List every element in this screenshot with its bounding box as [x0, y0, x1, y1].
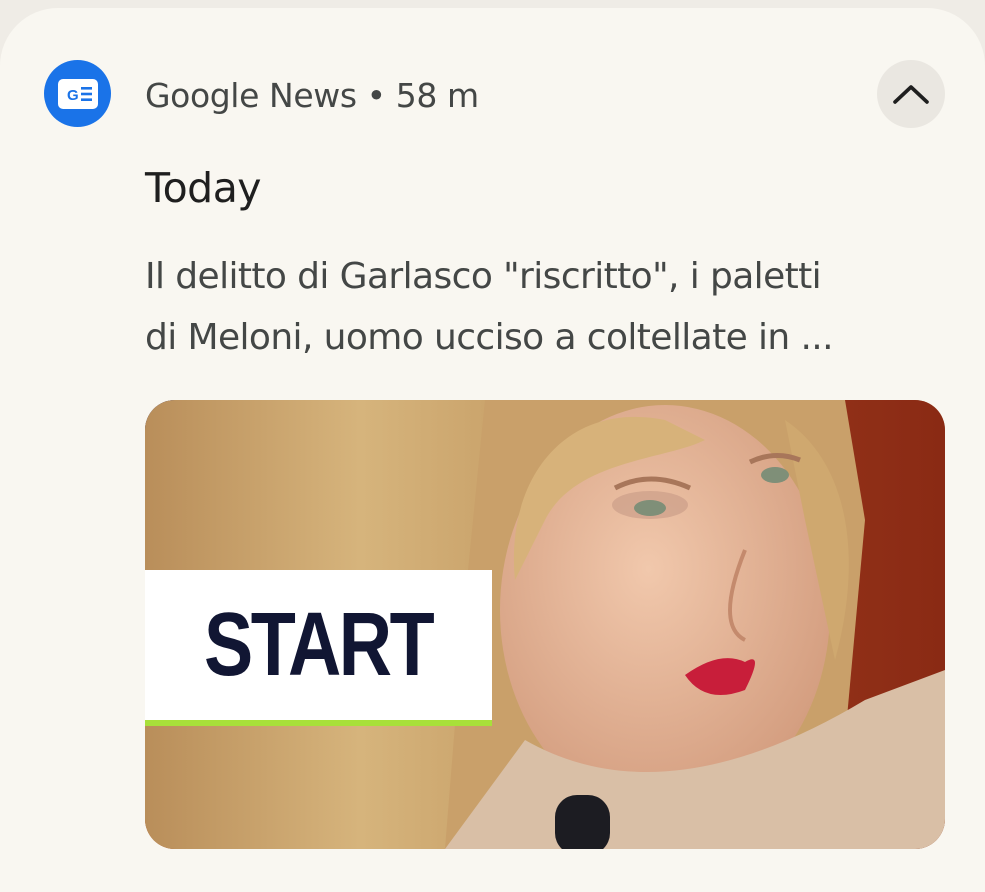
notification-title: Today	[145, 164, 262, 212]
separator-dot: •	[366, 76, 386, 115]
news-image[interactable]: START	[145, 400, 945, 849]
chevron-up-icon	[893, 85, 929, 104]
svg-text:G: G	[67, 87, 79, 104]
body-line: di Meloni, uomo ucciso a coltellate in .…	[145, 317, 834, 358]
collapse-button[interactable]	[877, 60, 945, 128]
notification-card[interactable]: G Google News • 58 m Today Il delitto di G…	[0, 8, 985, 892]
app-name: Google News	[145, 76, 357, 115]
notification-header: Google News • 58 m	[145, 76, 479, 115]
body-line: Il delitto di Garlasco "riscritto", i pa…	[145, 256, 822, 297]
notification-body: Il delitto di Garlasco "riscritto", i pa…	[145, 246, 945, 368]
google-news-icon: G	[44, 60, 111, 127]
notification-time: 58 m	[395, 76, 479, 115]
start-label: START	[204, 594, 435, 695]
start-banner: START	[145, 570, 492, 726]
